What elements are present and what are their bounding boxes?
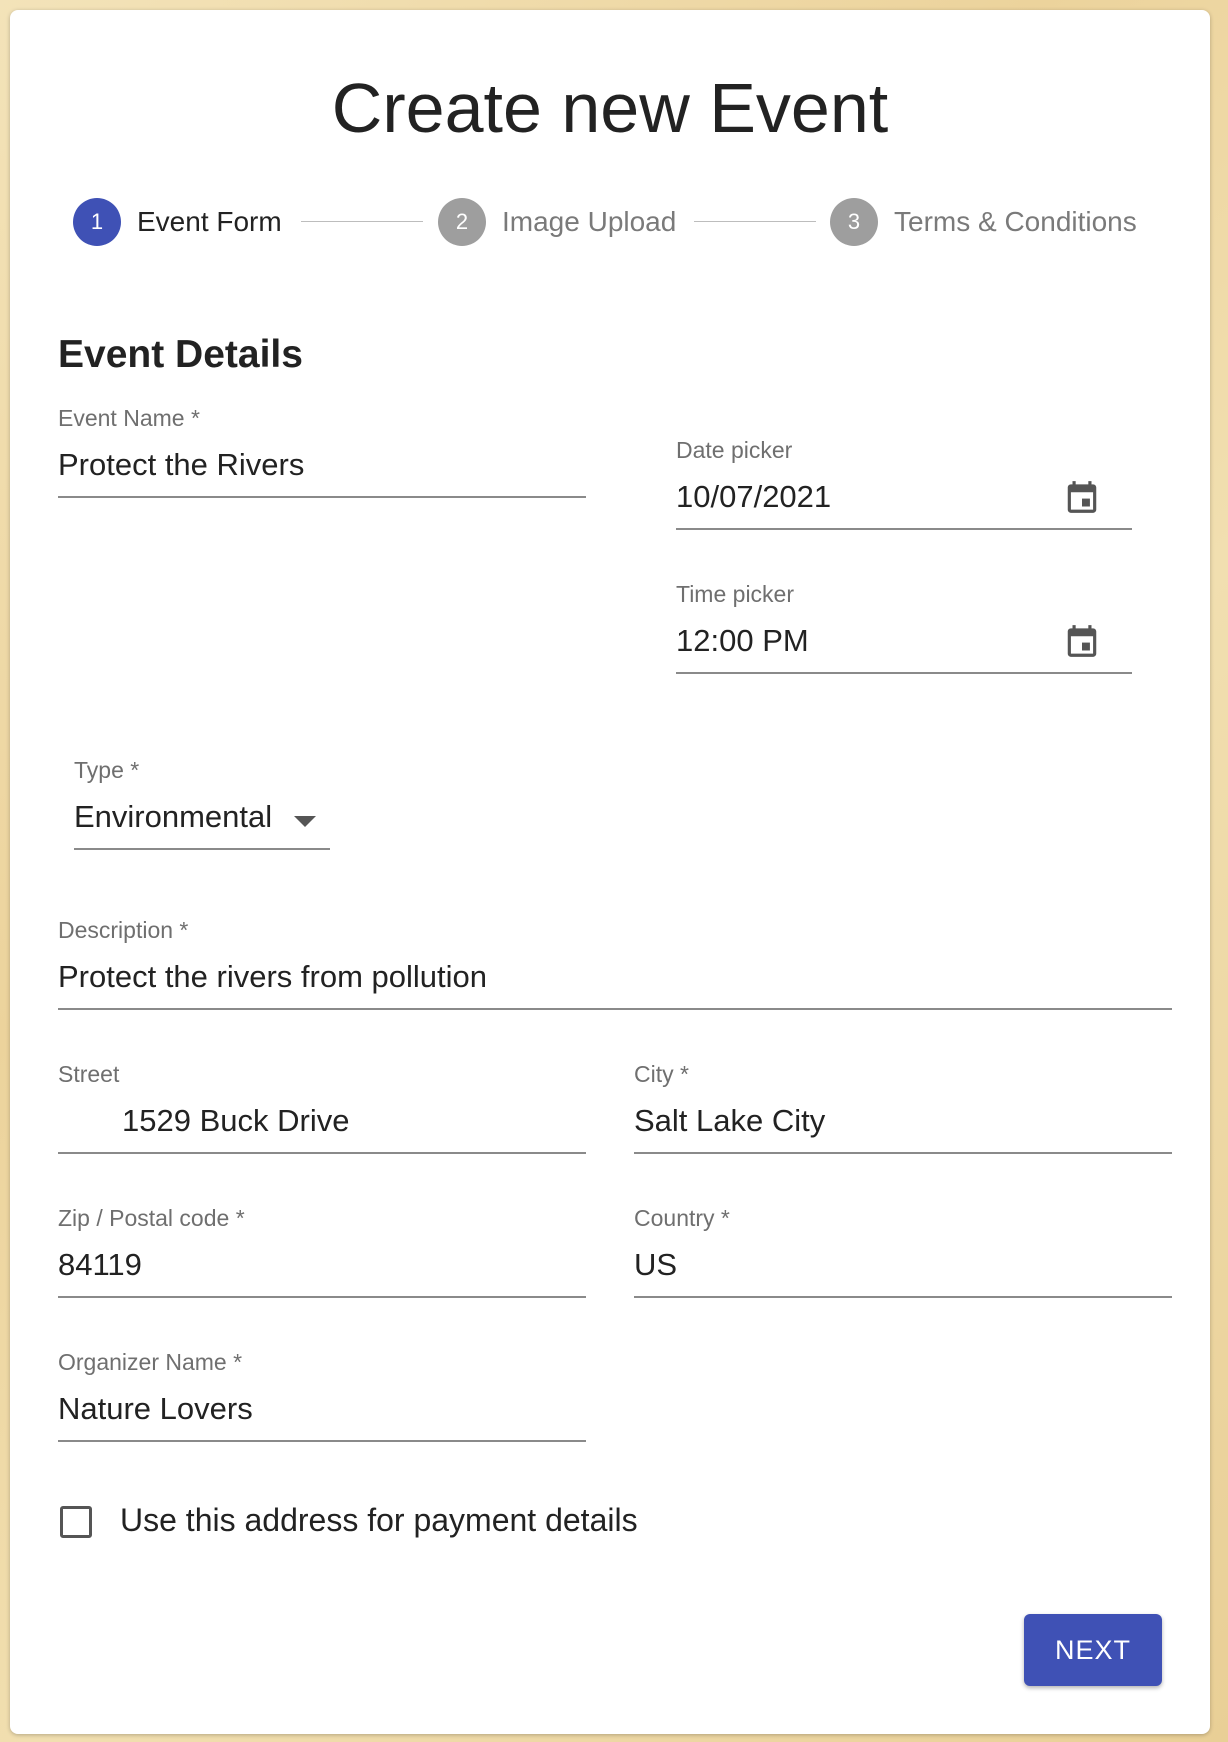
zip-underline — [58, 1296, 586, 1298]
event-name-value: Protect the Rivers — [58, 447, 305, 482]
calendar-icon[interactable] — [1063, 477, 1101, 517]
zip-value: 84119 — [58, 1247, 142, 1282]
city-label: City * — [634, 1061, 689, 1087]
step-image-upload[interactable]: 2 Image Upload — [438, 198, 676, 246]
description-field[interactable]: Description * Protect the rivers from po… — [58, 917, 1172, 1017]
city-underline — [634, 1152, 1172, 1154]
street-value: 1529 Buck Drive — [122, 1103, 350, 1138]
organizer-name-field[interactable]: Organizer Name * Nature Lovers — [58, 1349, 586, 1449]
payment-address-checkbox[interactable] — [60, 1506, 92, 1538]
type-underline — [74, 848, 330, 850]
time-picker-label: Time picker — [676, 581, 794, 607]
type-select[interactable]: Type * Environmental — [74, 757, 330, 855]
step-3-badge: 3 — [830, 198, 878, 246]
time-picker-value: 12:00 PM — [676, 623, 809, 658]
type-label: Type * — [74, 757, 140, 783]
description-underline — [58, 1008, 1172, 1010]
stepper: 1 Event Form 2 Image Upload 3 Terms & Co… — [10, 198, 1210, 246]
zip-field[interactable]: Zip / Postal code * 84119 — [58, 1205, 586, 1305]
street-underline — [58, 1152, 586, 1154]
date-picker-field[interactable]: Date picker 10/07/2021 — [676, 437, 1132, 537]
time-picker-field[interactable]: Time picker 12:00 PM — [676, 581, 1132, 681]
street-label: Street — [58, 1061, 120, 1087]
dropdown-arrow-icon — [294, 816, 316, 827]
event-form-card: Create new Event 1 Event Form 2 Image Up… — [10, 10, 1210, 1734]
street-field[interactable]: Street 1529 Buck Drive — [58, 1061, 586, 1161]
country-underline — [634, 1296, 1172, 1298]
date-picker-label: Date picker — [676, 437, 793, 463]
payment-address-checkbox-label[interactable]: Use this address for payment details — [120, 1502, 638, 1539]
calendar-icon[interactable] — [1063, 621, 1101, 661]
step-terms-conditions[interactable]: 3 Terms & Conditions — [830, 198, 1137, 246]
step-1-badge: 1 — [73, 198, 121, 246]
next-button[interactable]: NEXT — [1024, 1614, 1162, 1686]
date-picker-value: 10/07/2021 — [676, 479, 832, 514]
step-2-badge: 2 — [438, 198, 486, 246]
event-name-underline — [58, 496, 586, 498]
city-field[interactable]: City * Salt Lake City — [634, 1061, 1172, 1161]
step-2-label: Image Upload — [502, 206, 677, 237]
page-title: Create new Event — [331, 69, 889, 147]
step-connector-1 — [301, 221, 423, 222]
country-field[interactable]: Country * US — [634, 1205, 1172, 1305]
step-1-label: Event Form — [137, 206, 282, 237]
description-label: Description * — [58, 917, 189, 943]
organizer-name-underline — [58, 1440, 586, 1442]
type-value: Environmental — [74, 799, 273, 834]
country-value: US — [634, 1247, 678, 1282]
section-title: Event Details — [58, 333, 303, 376]
event-name-field[interactable]: Event Name * Protect the Rivers — [58, 405, 586, 505]
step-event-form[interactable]: 1 Event Form — [73, 198, 282, 246]
step-3-label: Terms & Conditions — [894, 206, 1137, 237]
city-value: Salt Lake City — [634, 1103, 826, 1138]
date-picker-underline — [676, 528, 1132, 530]
step-connector-2 — [694, 221, 816, 222]
event-name-label: Event Name * — [58, 405, 200, 431]
zip-label: Zip / Postal code * — [58, 1205, 245, 1231]
time-picker-underline — [676, 672, 1132, 674]
organizer-name-value: Nature Lovers — [58, 1391, 253, 1426]
country-label: Country * — [634, 1205, 730, 1231]
description-value: Protect the rivers from pollution — [58, 959, 488, 994]
organizer-name-label: Organizer Name * — [58, 1349, 243, 1375]
